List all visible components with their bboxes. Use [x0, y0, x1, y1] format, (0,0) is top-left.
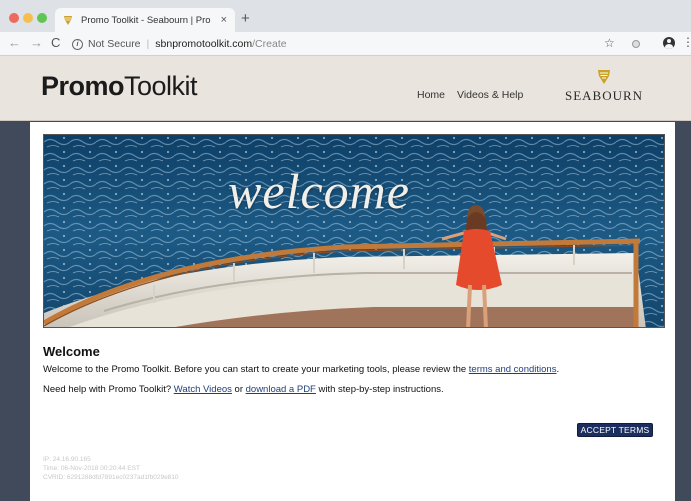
meta-time: Time: 06-Nov-2018 00:20:44 EST: [43, 465, 140, 472]
tab-title: Promo Toolkit - Seabourn | Pro: [81, 14, 211, 26]
logo-bold-part: Promo: [41, 71, 125, 101]
hero-welcome-text: welcome: [228, 163, 410, 219]
hero-banner: welcome: [43, 134, 665, 328]
meta-ip: IP: 24.16.90.165: [43, 456, 91, 463]
url-path: /Create: [252, 38, 287, 50]
browser-chrome: Promo Toolkit - Seabourn | Pro × + ← → C…: [0, 0, 691, 56]
site-header: PromoToolkit Home Videos & Help SEABOURN: [0, 56, 691, 121]
menu-icon[interactable]: ⋮: [682, 35, 691, 49]
reload-icon[interactable]: C: [51, 36, 60, 50]
brand-name: SEABOURN: [565, 88, 644, 103]
help-text-end: with step-by-step instructions.: [315, 384, 444, 395]
accept-terms-button[interactable]: ACCEPT TERMS: [577, 423, 653, 437]
nav-home-link[interactable]: Home: [417, 89, 445, 101]
intro-text-end: .: [556, 364, 560, 375]
url-host: sbnpromotoolkit.com: [155, 38, 253, 50]
address-separator: |: [146, 38, 150, 50]
security-status: Not Secure: [88, 38, 141, 50]
browser-tab[interactable]: Promo Toolkit - Seabourn | Pro ×: [55, 8, 235, 32]
promo-toolkit-logo[interactable]: PromoToolkit: [41, 71, 198, 102]
address-bar[interactable]: i Not Secure | sbnpromotoolkit.com /Crea…: [72, 36, 600, 52]
help-text: Need help with Promo Toolkit?: [43, 384, 174, 395]
intro-paragraph: Welcome to the Promo Toolkit. Before you…: [43, 364, 559, 375]
zoom-window-button[interactable]: [37, 13, 47, 23]
seabourn-emblem-icon: [598, 70, 610, 84]
close-window-button[interactable]: [9, 13, 19, 23]
tab-close-icon[interactable]: ×: [221, 14, 227, 26]
profile-icon[interactable]: [663, 37, 675, 49]
nav-videos-help-link[interactable]: Videos & Help: [457, 89, 523, 101]
meta-cvrid: CVRID: 6291288dfd7891ec0237ad1fb029e810: [43, 474, 179, 481]
watch-videos-link[interactable]: Watch Videos: [174, 384, 232, 395]
seabourn-favicon-icon: [64, 15, 72, 25]
logo-light-part: Toolkit: [124, 71, 198, 101]
minimize-window-button[interactable]: [23, 13, 33, 23]
new-tab-button[interactable]: +: [241, 10, 250, 27]
intro-text: Welcome to the Promo Toolkit. Before you…: [43, 364, 469, 375]
browser-toolbar: ← → C i Not Secure | sbnpromotoolkit.com…: [0, 32, 691, 56]
extension-icon[interactable]: [632, 40, 640, 48]
help-paragraph: Need help with Promo Toolkit? Watch Vide…: [43, 384, 444, 395]
terms-link[interactable]: terms and conditions: [469, 364, 557, 375]
star-icon[interactable]: ☆: [604, 36, 615, 50]
info-icon[interactable]: i: [72, 38, 83, 50]
back-arrow-icon[interactable]: ←: [8, 36, 21, 50]
welcome-heading: Welcome: [43, 344, 100, 359]
download-pdf-link[interactable]: download a PDF: [246, 384, 316, 395]
seabourn-logo[interactable]: SEABOURN: [565, 69, 643, 105]
help-text-or: or: [231, 384, 246, 395]
forward-arrow-icon[interactable]: →: [30, 36, 43, 50]
